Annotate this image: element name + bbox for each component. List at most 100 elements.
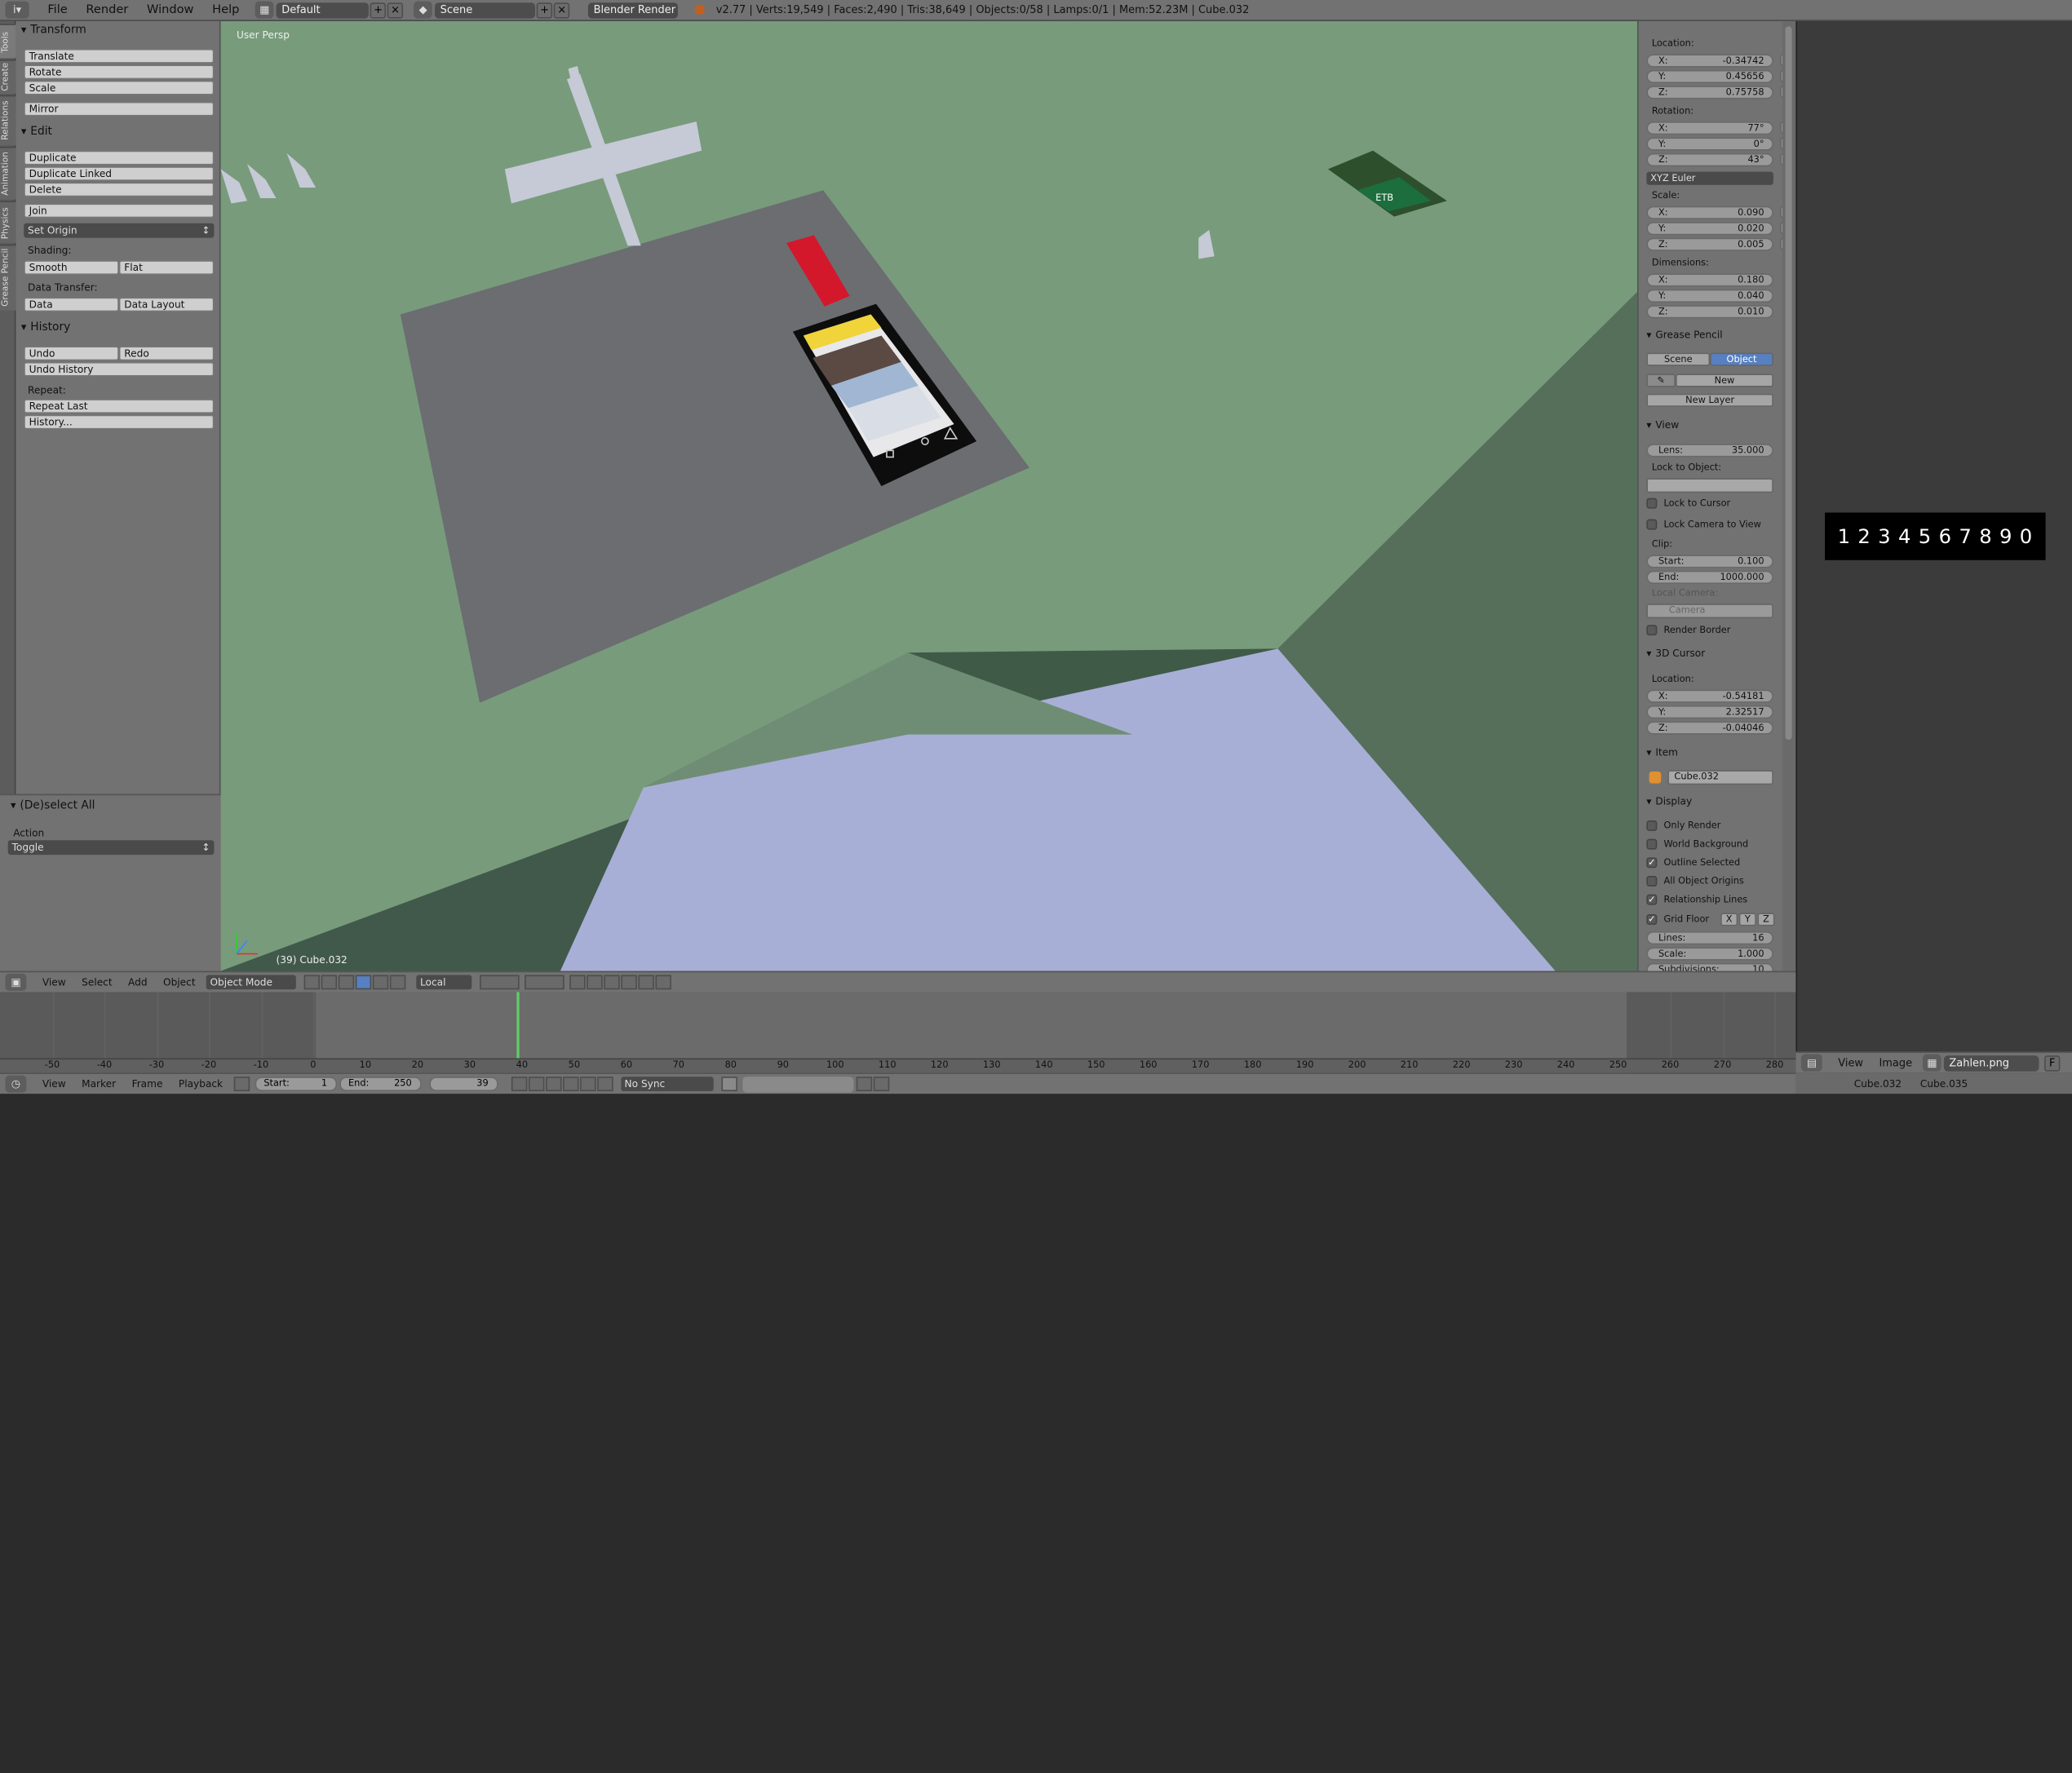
transform-panel-header[interactable]: Transform bbox=[21, 24, 86, 37]
gp-new-button[interactable]: New bbox=[1676, 374, 1773, 387]
action-select[interactable]: Toggle bbox=[7, 840, 215, 856]
rotation-x-field[interactable]: X: 77° bbox=[1646, 122, 1773, 135]
undo-history-button[interactable]: Undo History bbox=[24, 361, 215, 377]
flat-button[interactable]: Flat bbox=[118, 260, 215, 275]
menu-view[interactable]: View bbox=[1838, 1057, 1863, 1069]
tab-relations[interactable]: Relations bbox=[0, 95, 16, 146]
menu-marker[interactable]: Marker bbox=[82, 1078, 116, 1090]
3d-cursor-header[interactable]: 3D Cursor bbox=[1646, 648, 1705, 660]
menu-help[interactable]: Help bbox=[212, 3, 239, 16]
jump-start-icon[interactable] bbox=[511, 1077, 527, 1092]
proportional-edit-icon[interactable] bbox=[587, 975, 603, 990]
menu-file[interactable]: File bbox=[47, 3, 67, 16]
grid-lines-field[interactable]: Lines: 16 bbox=[1646, 931, 1773, 945]
data-button[interactable]: Data bbox=[24, 297, 119, 312]
scene-close-icon[interactable]: × bbox=[553, 2, 570, 18]
operator-title[interactable]: (De)select All bbox=[11, 799, 95, 812]
grid-scale-field[interactable]: Scale: 1.000 bbox=[1646, 947, 1773, 961]
tab-create[interactable]: Create bbox=[0, 59, 16, 95]
layers-icon[interactable] bbox=[524, 975, 564, 990]
scale-z-field[interactable]: Z: 0.005 bbox=[1646, 237, 1773, 251]
menu-render[interactable]: Render bbox=[86, 3, 128, 16]
mirror-button[interactable]: Mirror bbox=[24, 101, 215, 117]
only-render-checkbox[interactable]: Only Render bbox=[1646, 820, 1720, 831]
set-origin-select[interactable]: Set Origin bbox=[24, 223, 215, 238]
layers-icon[interactable] bbox=[479, 975, 520, 990]
axis-y-toggle[interactable]: Y bbox=[1738, 913, 1756, 926]
preview-range-icon[interactable] bbox=[233, 1077, 250, 1092]
manipulator-icon[interactable] bbox=[338, 975, 355, 990]
editor-type-icon[interactable]: ▤ bbox=[1800, 1054, 1822, 1072]
layout-add-icon[interactable]: + bbox=[370, 2, 387, 18]
pivot-icon[interactable] bbox=[321, 975, 337, 990]
history-panel-header[interactable]: History bbox=[21, 321, 70, 334]
delete-button[interactable]: Delete bbox=[24, 182, 215, 197]
layout-field[interactable]: Default bbox=[276, 2, 370, 18]
render-border-checkbox[interactable]: Render Border bbox=[1646, 625, 1730, 636]
fake-user-icon[interactable]: F bbox=[2044, 1055, 2061, 1071]
menu-view[interactable]: View bbox=[42, 976, 66, 988]
history-button[interactable]: History... bbox=[24, 414, 215, 430]
duplicate-button[interactable]: Duplicate bbox=[24, 150, 215, 166]
scale-button[interactable]: Scale bbox=[24, 80, 215, 95]
view-header[interactable]: View bbox=[1646, 419, 1679, 431]
scale-y-field[interactable]: Y: 0.020 bbox=[1646, 222, 1773, 236]
smooth-button[interactable]: Smooth bbox=[24, 260, 119, 275]
3d-viewport[interactable]: ETB User Persp (39) Cube.032 bbox=[220, 20, 1638, 971]
cursor-x-field[interactable]: X: -0.54181 bbox=[1646, 689, 1773, 703]
item-name-field[interactable]: Cube.032 bbox=[1667, 770, 1773, 785]
clip-start-field[interactable]: Start: 0.100 bbox=[1646, 555, 1773, 568]
lock-object-field[interactable] bbox=[1646, 478, 1773, 493]
delete-keyframe-icon[interactable] bbox=[873, 1077, 889, 1092]
repeat-last-button[interactable]: Repeat Last bbox=[24, 399, 215, 414]
dimension-z-field[interactable]: Z: 0.010 bbox=[1646, 305, 1773, 319]
outline-selected-checkbox[interactable]: ✓ Outline Selected bbox=[1646, 857, 1740, 869]
camera-render-icon[interactable] bbox=[655, 975, 671, 990]
tab-tools[interactable]: Tools bbox=[0, 24, 16, 59]
gp-scene-button[interactable]: Scene bbox=[1646, 352, 1711, 366]
image-editor[interactable]: 1 2 3 4 5 6 7 8 9 0 bbox=[1795, 20, 2072, 1052]
snap-icon[interactable] bbox=[604, 975, 620, 990]
undo-button[interactable]: Undo bbox=[24, 346, 119, 361]
dimension-y-field[interactable]: Y: 0.040 bbox=[1646, 289, 1773, 303]
item-header[interactable]: Item bbox=[1646, 746, 1678, 758]
grid-subdivisions-field[interactable]: Subdivisions: 10 bbox=[1646, 962, 1773, 971]
dimension-x-field[interactable]: X: 0.180 bbox=[1646, 273, 1773, 287]
shading-icon[interactable] bbox=[303, 975, 320, 990]
gp-new-layer-button[interactable]: New Layer bbox=[1646, 393, 1773, 407]
menu-image[interactable]: Image bbox=[1879, 1057, 1912, 1069]
record-icon[interactable] bbox=[720, 1077, 737, 1092]
mode-select[interactable]: Object Mode bbox=[206, 975, 296, 990]
play-icon[interactable] bbox=[562, 1077, 578, 1092]
tab-grease-pencil[interactable]: Grease Pencil bbox=[0, 244, 16, 311]
image-browse-icon[interactable]: ▦ bbox=[1923, 1054, 1941, 1072]
menu-frame[interactable]: Frame bbox=[132, 1078, 163, 1090]
edit-panel-header[interactable]: Edit bbox=[21, 126, 52, 139]
location-z-field[interactable]: Z: 0.75758 bbox=[1646, 86, 1773, 99]
render-engine-select[interactable]: Blender Render bbox=[588, 2, 679, 18]
local-camera-field[interactable]: Camera bbox=[1646, 604, 1773, 619]
editor-type-icon[interactable]: ◷ bbox=[5, 1075, 27, 1093]
jump-end-icon[interactable] bbox=[596, 1077, 613, 1092]
tab-physics[interactable]: Physics bbox=[0, 201, 16, 244]
menu-playback[interactable]: Playback bbox=[179, 1078, 223, 1090]
translate-manipulator-icon[interactable] bbox=[355, 975, 372, 990]
menu-view[interactable]: View bbox=[42, 1078, 66, 1090]
lock-layers-icon[interactable] bbox=[569, 975, 586, 990]
insert-keyframe-icon[interactable] bbox=[856, 1077, 872, 1092]
relationship-lines-checkbox[interactable]: ✓ Relationship Lines bbox=[1646, 894, 1747, 905]
orientation-select[interactable]: Local bbox=[416, 975, 472, 990]
rotation-mode-select[interactable]: XYZ Euler bbox=[1646, 171, 1773, 185]
scene-add-icon[interactable]: + bbox=[536, 2, 553, 18]
end-frame-field[interactable]: End: 250 bbox=[339, 1077, 422, 1092]
lock-cursor-checkbox[interactable]: Lock to Cursor bbox=[1646, 497, 1730, 509]
play-reverse-icon[interactable] bbox=[545, 1077, 561, 1092]
scene-field[interactable]: Scene bbox=[435, 2, 536, 18]
image-name-field[interactable]: Zahlen.png bbox=[1943, 1055, 2039, 1071]
rotation-z-field[interactable]: Z: 43° bbox=[1646, 153, 1773, 167]
start-frame-field[interactable]: Start: 1 bbox=[254, 1077, 337, 1092]
cursor-y-field[interactable]: Y: 2.32517 bbox=[1646, 705, 1773, 719]
location-y-field[interactable]: Y: 0.45656 bbox=[1646, 69, 1773, 84]
render-preview-icon[interactable] bbox=[638, 975, 654, 990]
axis-z-toggle[interactable]: Z bbox=[1757, 913, 1775, 926]
